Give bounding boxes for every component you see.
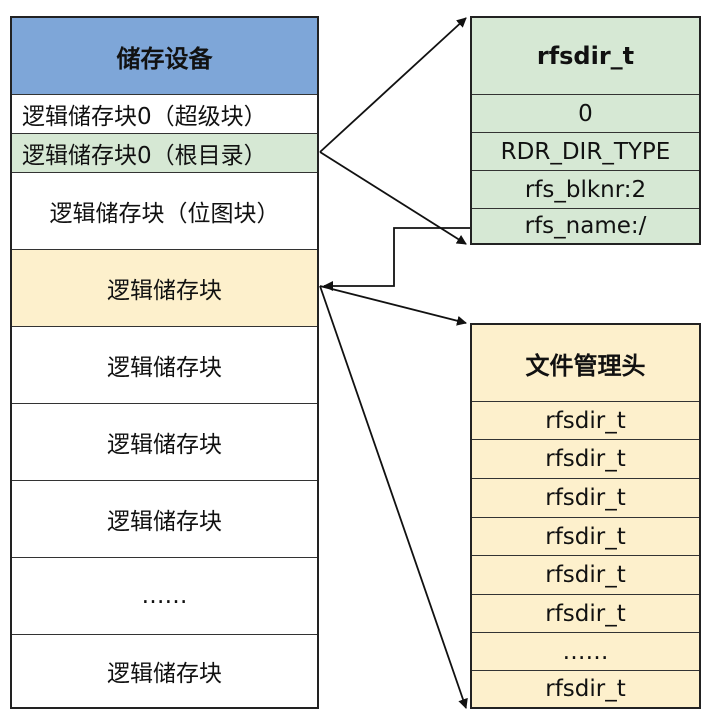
block-to-file-header-bottom-arrow: [319, 285, 468, 709]
root-to-rfsdir-bottom-arrow: [319, 151, 467, 245]
root-to-rfsdir-top-arrow: [319, 17, 467, 153]
rfs-name-to-block-arrow: [323, 227, 470, 291]
block-to-file-header-top-arrow: [319, 285, 467, 326]
connector-lines: [319, 17, 470, 709]
